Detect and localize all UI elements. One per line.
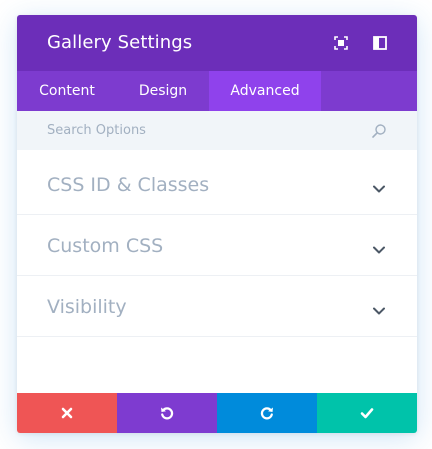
search-input[interactable] — [17, 111, 357, 150]
expand-icon[interactable] — [332, 34, 350, 52]
tab-design[interactable]: Design — [117, 71, 209, 111]
tab-advanced[interactable]: Advanced — [209, 71, 321, 111]
modal-footer — [17, 393, 417, 433]
modal-header: Gallery Settings — [17, 15, 417, 71]
modal-title: Gallery Settings — [47, 32, 193, 53]
checkmark-icon — [360, 408, 374, 419]
search-icon[interactable] — [371, 123, 387, 139]
close-icon — [61, 407, 73, 419]
chevron-down-icon — [372, 301, 386, 315]
save-button[interactable] — [317, 393, 417, 433]
undo-icon — [161, 407, 174, 420]
chevron-down-icon — [372, 240, 386, 254]
tab-content[interactable]: Content — [17, 71, 117, 111]
section-custom-css[interactable]: Custom CSS — [17, 215, 417, 276]
chevron-down-icon — [372, 179, 386, 193]
section-visibility[interactable]: Visibility — [17, 276, 417, 337]
discard-button[interactable] — [17, 393, 117, 433]
redo-button[interactable] — [217, 393, 317, 433]
section-css-id-classes[interactable]: CSS ID & Classes — [17, 154, 417, 215]
split-view-icon[interactable] — [371, 34, 389, 52]
section-label: Custom CSS — [47, 235, 164, 257]
search-bar — [17, 111, 417, 150]
undo-button[interactable] — [117, 393, 217, 433]
tab-bar: Content Design Advanced — [17, 71, 417, 111]
section-label: CSS ID & Classes — [47, 174, 210, 196]
redo-icon — [260, 407, 273, 420]
section-label: Visibility — [47, 296, 127, 318]
gallery-settings-modal: Gallery Settings Content Design Advanced — [17, 15, 417, 433]
